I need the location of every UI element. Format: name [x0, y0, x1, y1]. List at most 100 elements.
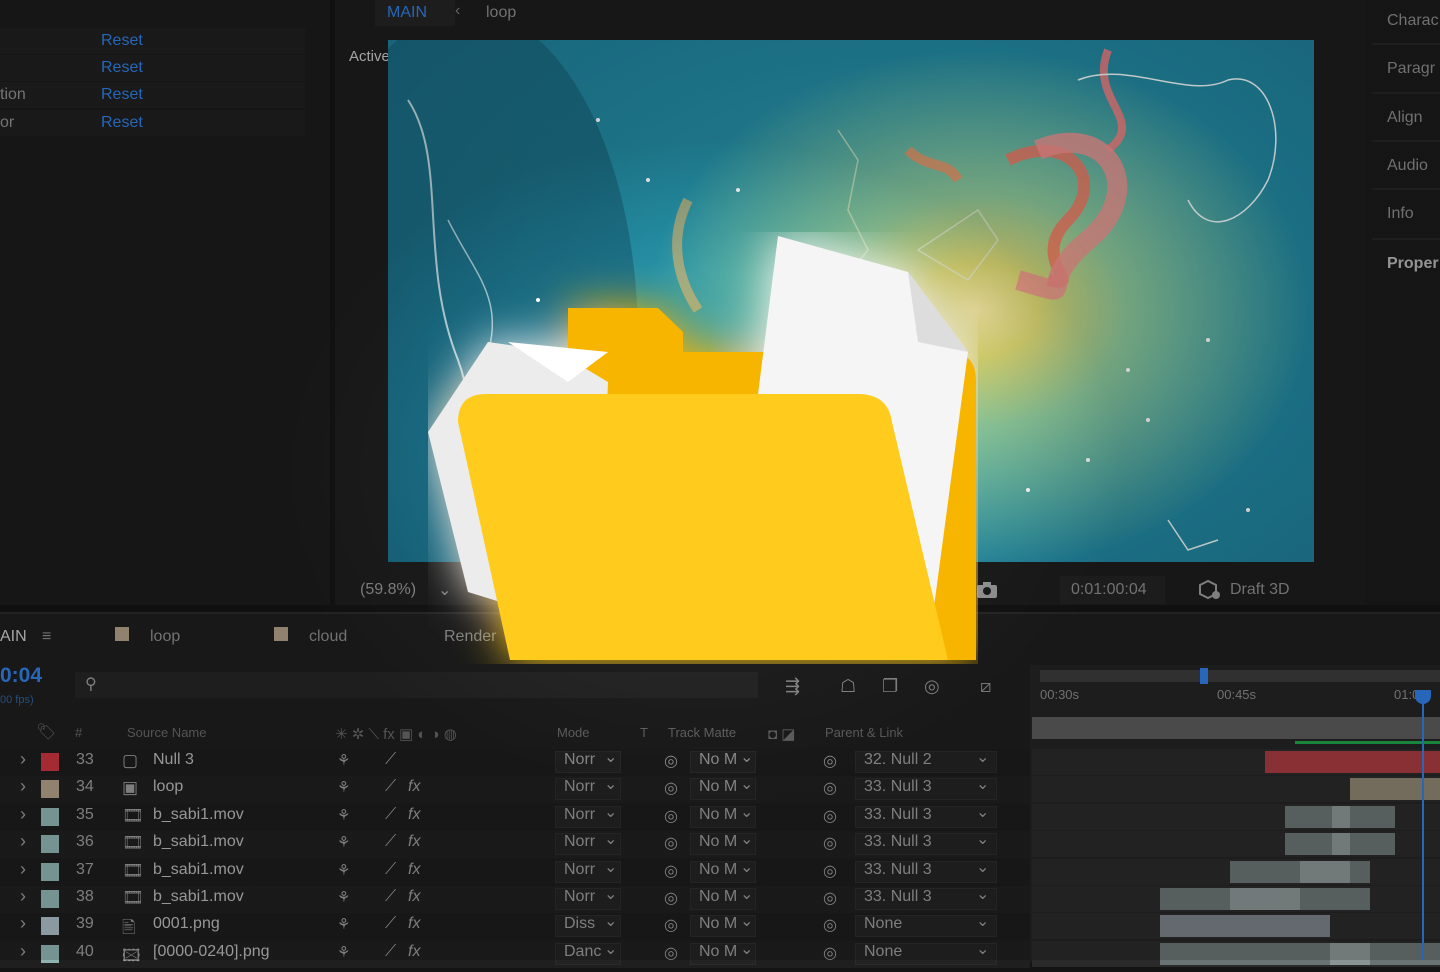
camera-snapshot-icon[interactable] — [975, 580, 999, 600]
layer-duration-bar[interactable] — [1330, 943, 1370, 965]
reset-link[interactable]: Reset — [101, 32, 143, 50]
pickwhip-icon[interactable]: ◎ — [664, 888, 678, 908]
layer-source-name[interactable]: b_sabi1.mov — [153, 888, 244, 906]
effects-switch-icon[interactable]: fx — [408, 833, 420, 851]
column-source-name[interactable]: Source Name — [127, 725, 206, 740]
reset-link[interactable]: Reset — [101, 86, 143, 104]
expand-chevron-icon[interactable]: › — [20, 941, 26, 962]
expand-chevron-icon[interactable]: › — [20, 831, 26, 852]
parent-pickwhip-icon[interactable]: ◎ — [823, 751, 837, 771]
layer-duration-bar[interactable] — [1350, 778, 1440, 800]
expand-chevron-icon[interactable]: › — [20, 749, 26, 770]
character-panel-tab[interactable]: Charac — [1387, 12, 1439, 30]
layer-label-color[interactable] — [41, 780, 59, 798]
current-time-display[interactable]: 0:04 — [0, 664, 42, 688]
layer-source-name[interactable]: 0001.png — [153, 915, 220, 933]
column-parent-link[interactable]: Parent & Link — [825, 725, 903, 740]
shy-switch-icon[interactable]: ⚘ — [337, 915, 350, 933]
pickwhip-icon[interactable]: ◎ — [664, 751, 678, 771]
frame-blending-icon[interactable]: ❐ — [882, 676, 898, 697]
shy-layers-icon[interactable]: ☖ — [840, 676, 856, 697]
expand-chevron-icon[interactable]: › — [20, 886, 26, 907]
motion-blur-icon[interactable]: ◎ — [924, 676, 940, 697]
expand-chevron-icon[interactable]: › — [20, 804, 26, 825]
layer-duration-bar[interactable] — [1265, 751, 1440, 773]
quality-switch-icon[interactable]: ⟋ — [385, 861, 396, 879]
layer-source-name[interactable]: [0000-0240].png — [153, 943, 270, 961]
pickwhip-icon[interactable]: ◎ — [664, 915, 678, 935]
layer-duration-bar[interactable] — [1332, 833, 1350, 855]
layer-duration-bar[interactable] — [1230, 888, 1300, 910]
parent-pickwhip-icon[interactable]: ◎ — [823, 806, 837, 826]
quality-switch-icon[interactable]: ⟋ — [385, 751, 396, 769]
layer-row[interactable]: › 36 🎞 b_sabi1.mov ⚘ ⟋ fx Norr ⌄ ◎ No M ⌄ ◎ 33. Null … — [0, 831, 1030, 858]
pickwhip-icon[interactable]: ◎ — [664, 833, 678, 853]
quality-switch-icon[interactable]: ⟋ — [385, 778, 396, 796]
quality-switch-icon[interactable]: ⟋ — [385, 888, 396, 906]
pickwhip-icon[interactable]: ◎ — [664, 806, 678, 826]
column-mode[interactable]: Mode — [557, 725, 590, 740]
timeline-tab-cloud[interactable]: cloud — [309, 628, 347, 646]
layer-source-name[interactable]: b_sabi1.mov — [153, 861, 244, 879]
layer-label-color[interactable] — [41, 863, 59, 881]
parent-pickwhip-icon[interactable]: ◎ — [823, 915, 837, 935]
layer-source-name[interactable]: loop — [153, 778, 183, 796]
parent-pickwhip-icon[interactable]: ◎ — [823, 833, 837, 853]
effects-switch-icon[interactable]: fx — [408, 888, 420, 906]
quality-switch-icon[interactable]: ⟋ — [385, 806, 396, 824]
renderer-label[interactable]: Draft 3D — [1230, 581, 1290, 599]
layer-label-color[interactable] — [41, 753, 59, 771]
column-track-matte[interactable]: Track Matte — [668, 725, 736, 740]
work-area-bar[interactable] — [1032, 717, 1440, 739]
quality-switch-icon[interactable]: ⟋ — [385, 833, 396, 851]
layer-duration-bar[interactable] — [1332, 806, 1350, 828]
layer-source-name[interactable]: b_sabi1.mov — [153, 833, 244, 851]
layer-duration-bar[interactable] — [1160, 943, 1440, 965]
shy-switch-icon[interactable]: ⚘ — [337, 778, 350, 796]
shy-switch-icon[interactable]: ⚘ — [337, 861, 350, 879]
expand-chevron-icon[interactable]: › — [20, 859, 26, 880]
effects-switch-icon[interactable]: fx — [408, 778, 420, 796]
current-timecode[interactable]: 0:01:00:04 — [1071, 581, 1147, 599]
layer-source-name[interactable]: b_sabi1.mov — [153, 806, 244, 824]
layer-row[interactable]: › 38 🎞 b_sabi1.mov ⚘ ⟋ fx Norr ⌄ ◎ No M ⌄ ◎ 33. Null … — [0, 886, 1030, 913]
shy-switch-icon[interactable]: ⚘ — [337, 943, 350, 961]
timeline-tab-loop[interactable]: loop — [150, 628, 180, 646]
reset-link[interactable]: Reset — [101, 114, 143, 132]
timeline-tab-main[interactable]: AIN — [0, 628, 27, 646]
effects-switch-icon[interactable]: fx — [408, 861, 420, 879]
graph-editor-icon[interactable]: ⧄ — [980, 676, 991, 697]
layer-row[interactable]: › 35 🎞 b_sabi1.mov ⚘ ⟋ fx Norr ⌄ ◎ No M ⌄ ◎ 33. Null … — [0, 804, 1030, 831]
shy-switch-icon[interactable]: ⚘ — [337, 751, 350, 769]
layer-row[interactable]: › 37 🎞 b_sabi1.mov ⚘ ⟋ fx Norr ⌄ ◎ No M ⌄ ◎ 33. Null … — [0, 859, 1030, 886]
layer-label-color[interactable] — [41, 835, 59, 853]
quality-switch-icon[interactable]: ⟋ — [385, 915, 396, 933]
paragraph-panel-tab[interactable]: Paragr — [1387, 60, 1435, 78]
layer-label-color[interactable] — [41, 917, 59, 935]
viewer-tab-main[interactable]: MAIN — [387, 4, 427, 22]
align-panel-tab[interactable]: Align — [1387, 109, 1423, 127]
composition-flowchart-icon[interactable]: ⇶ — [785, 676, 800, 697]
time-navigator[interactable] — [1040, 670, 1440, 682]
effects-switch-icon[interactable]: fx — [408, 943, 420, 961]
layer-label-color[interactable] — [41, 945, 59, 963]
zoom-level-dropdown[interactable]: (59.8%) — [360, 581, 416, 599]
layer-source-name[interactable]: Null 3 — [153, 751, 194, 769]
panel-menu-icon[interactable]: ≡ — [42, 628, 51, 646]
current-time-indicator[interactable] — [1422, 690, 1424, 960]
layer-row[interactable]: › 34 ▣ loop ⚘ ⟋ fx Norr ⌄ ◎ No M ⌄ ◎ 33. Null 3 ⌄ — [0, 776, 1030, 803]
pickwhip-icon[interactable]: ◎ — [664, 861, 678, 881]
parent-pickwhip-icon[interactable]: ◎ — [823, 778, 837, 798]
layer-duration-bar[interactable] — [1160, 915, 1330, 937]
navigator-start-handle[interactable] — [1200, 668, 1208, 684]
layer-search-input[interactable]: ⚲ — [75, 672, 758, 698]
layer-duration-bar[interactable] — [1300, 861, 1350, 883]
parent-pickwhip-icon[interactable]: ◎ — [823, 943, 837, 963]
reset-link[interactable]: Reset — [101, 59, 143, 77]
layer-label-color[interactable] — [41, 890, 59, 908]
shy-switch-icon[interactable]: ⚘ — [337, 833, 350, 851]
effects-switch-icon[interactable]: fx — [408, 915, 420, 933]
pickwhip-icon[interactable]: ◎ — [664, 943, 678, 963]
layer-row[interactable]: › 40 🖾 [0000-0240].png ⚘ ⟋ fx Danc ⌄ ◎ No M ⌄ ◎ None ⌄ — [0, 941, 1030, 968]
parent-pickwhip-icon[interactable]: ◎ — [823, 888, 837, 908]
